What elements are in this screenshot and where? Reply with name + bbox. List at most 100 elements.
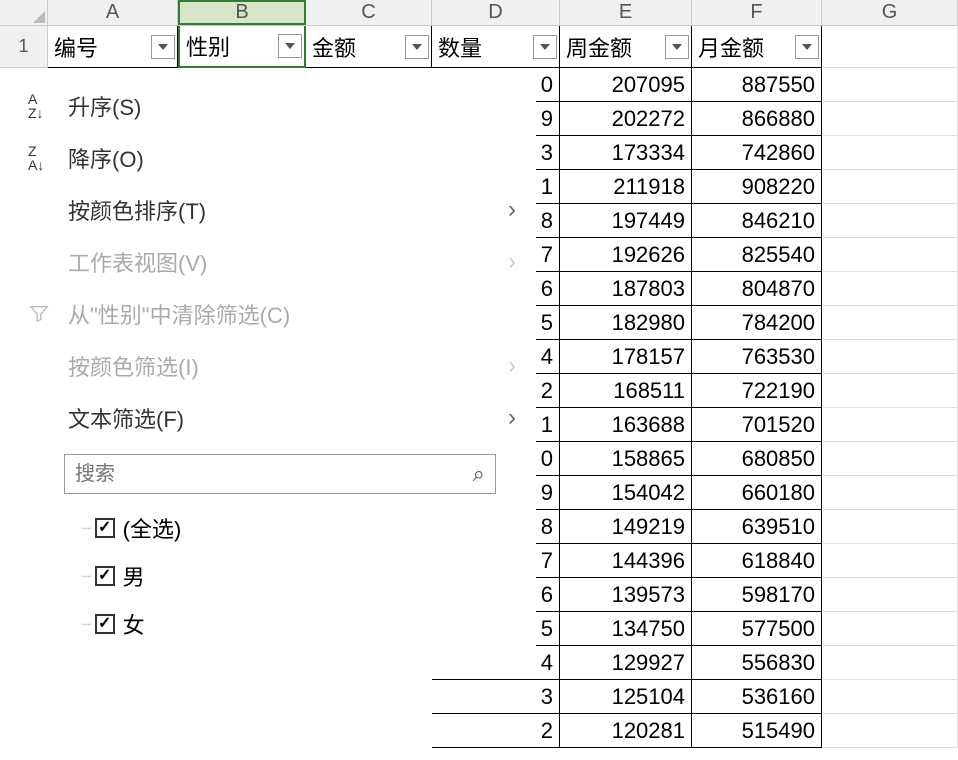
cell-F[interactable]: 722190 (692, 374, 822, 408)
cell-F[interactable]: 846210 (692, 204, 822, 238)
cell-G[interactable] (822, 408, 958, 442)
header-cell-C[interactable]: 金额 (306, 26, 432, 68)
option-label: 男 (123, 560, 145, 592)
cell-F[interactable]: 515490 (692, 714, 822, 748)
header-cell-G[interactable] (822, 26, 958, 68)
cell-E[interactable]: 168511 (560, 374, 692, 408)
filter-option-select-all[interactable]: ┈ (全选) (82, 504, 496, 552)
cell-F[interactable]: 660180 (692, 476, 822, 510)
cell-E[interactable]: 129927 (560, 646, 692, 680)
cell-F[interactable]: 763530 (692, 340, 822, 374)
col-head-A[interactable]: A (48, 0, 178, 25)
cell-G[interactable] (822, 578, 958, 612)
cell-G[interactable] (822, 510, 958, 544)
cell-G[interactable] (822, 102, 958, 136)
cell-F[interactable]: 680850 (692, 442, 822, 476)
cell-E[interactable]: 173334 (560, 136, 692, 170)
header-cell-B[interactable]: 性别 (178, 26, 306, 68)
cell-E[interactable]: 139573 (560, 578, 692, 612)
header-cell-F[interactable]: 月金额 (692, 26, 822, 68)
cell-G[interactable] (822, 136, 958, 170)
cell-F[interactable]: 784200 (692, 306, 822, 340)
cell-G[interactable] (822, 68, 958, 102)
cell-E[interactable]: 144396 (560, 544, 692, 578)
cell-F[interactable]: 887550 (692, 68, 822, 102)
search-input[interactable] (75, 463, 473, 486)
row-head-1[interactable]: 1 (0, 26, 48, 68)
chevron-right-icon: › (508, 248, 516, 276)
header-cell-A[interactable]: 编号 (48, 26, 178, 68)
filter-option-male[interactable]: ┈ 男 (82, 552, 496, 600)
cell-E[interactable]: 187803 (560, 272, 692, 306)
cell-F[interactable]: 742860 (692, 136, 822, 170)
cell-E[interactable]: 154042 (560, 476, 692, 510)
cell-E[interactable]: 202272 (560, 102, 692, 136)
filter-dropdown-A[interactable] (151, 35, 175, 59)
filter-option-female[interactable]: ┈ 女 (82, 600, 496, 648)
filter-options-tree: ┈ (全选) ┈ 男 ┈ 女 (82, 504, 496, 648)
cell-G[interactable] (822, 476, 958, 510)
filter-dropdown-F[interactable] (795, 35, 819, 59)
cell-G[interactable] (822, 170, 958, 204)
col-head-E[interactable]: E (560, 0, 692, 25)
cell-E[interactable]: 207095 (560, 68, 692, 102)
cell-F[interactable]: 618840 (692, 544, 822, 578)
cell-E[interactable]: 163688 (560, 408, 692, 442)
cell-E[interactable]: 134750 (560, 612, 692, 646)
col-head-F[interactable]: F (692, 0, 822, 25)
cell-F[interactable]: 598170 (692, 578, 822, 612)
text-filter[interactable]: 文本筛选(F) › (8, 392, 536, 444)
sort-ascending[interactable]: AZ↓ 升序(S) (8, 80, 536, 132)
cell-E[interactable]: 182980 (560, 306, 692, 340)
cell-G[interactable] (822, 272, 958, 306)
col-head-D[interactable]: D (432, 0, 560, 25)
cell-G[interactable] (822, 680, 958, 714)
cell-F[interactable]: 701520 (692, 408, 822, 442)
filter-dropdown-D[interactable] (533, 35, 557, 59)
cell-F[interactable]: 866880 (692, 102, 822, 136)
cell-G[interactable] (822, 544, 958, 578)
header-cell-E[interactable]: 周金额 (560, 26, 692, 68)
cell-D[interactable]: 3 (432, 680, 560, 714)
cell-G[interactable] (822, 646, 958, 680)
filter-dropdown-C[interactable] (405, 35, 429, 59)
cell-G[interactable] (822, 714, 958, 748)
cell-G[interactable] (822, 306, 958, 340)
cell-E[interactable]: 192626 (560, 238, 692, 272)
cell-D[interactable]: 2 (432, 714, 560, 748)
cell-E[interactable]: 158865 (560, 442, 692, 476)
cell-F[interactable]: 825540 (692, 238, 822, 272)
cell-F[interactable]: 639510 (692, 510, 822, 544)
cell-E[interactable]: 178157 (560, 340, 692, 374)
cell-G[interactable] (822, 612, 958, 646)
cell-E[interactable]: 197449 (560, 204, 692, 238)
checkbox-female[interactable] (95, 614, 115, 634)
cell-G[interactable] (822, 238, 958, 272)
cell-F[interactable]: 556830 (692, 646, 822, 680)
cell-G[interactable] (822, 442, 958, 476)
column-headers: A B C D E F G (0, 0, 958, 26)
cell-G[interactable] (822, 340, 958, 374)
filter-search[interactable]: ⌕ (64, 454, 496, 494)
select-all-corner[interactable] (0, 0, 48, 25)
col-head-C[interactable]: C (306, 0, 432, 25)
cell-F[interactable]: 804870 (692, 272, 822, 306)
col-head-G[interactable]: G (822, 0, 958, 25)
cell-E[interactable]: 149219 (560, 510, 692, 544)
cell-G[interactable] (822, 204, 958, 238)
cell-F[interactable]: 536160 (692, 680, 822, 714)
col-head-B[interactable]: B (178, 0, 306, 25)
cell-E[interactable]: 120281 (560, 714, 692, 748)
filter-dropdown-E[interactable] (665, 35, 689, 59)
cell-E[interactable]: 125104 (560, 680, 692, 714)
sort-descending[interactable]: ZA↓ 降序(O) (8, 132, 536, 184)
sort-by-color[interactable]: 按颜色排序(T) › (8, 184, 536, 236)
cell-F[interactable]: 577500 (692, 612, 822, 646)
cell-E[interactable]: 211918 (560, 170, 692, 204)
checkbox-select-all[interactable] (95, 518, 115, 538)
checkbox-male[interactable] (95, 566, 115, 586)
cell-F[interactable]: 908220 (692, 170, 822, 204)
filter-dropdown-B[interactable] (278, 34, 302, 58)
header-cell-D[interactable]: 数量 (432, 26, 560, 68)
cell-G[interactable] (822, 374, 958, 408)
